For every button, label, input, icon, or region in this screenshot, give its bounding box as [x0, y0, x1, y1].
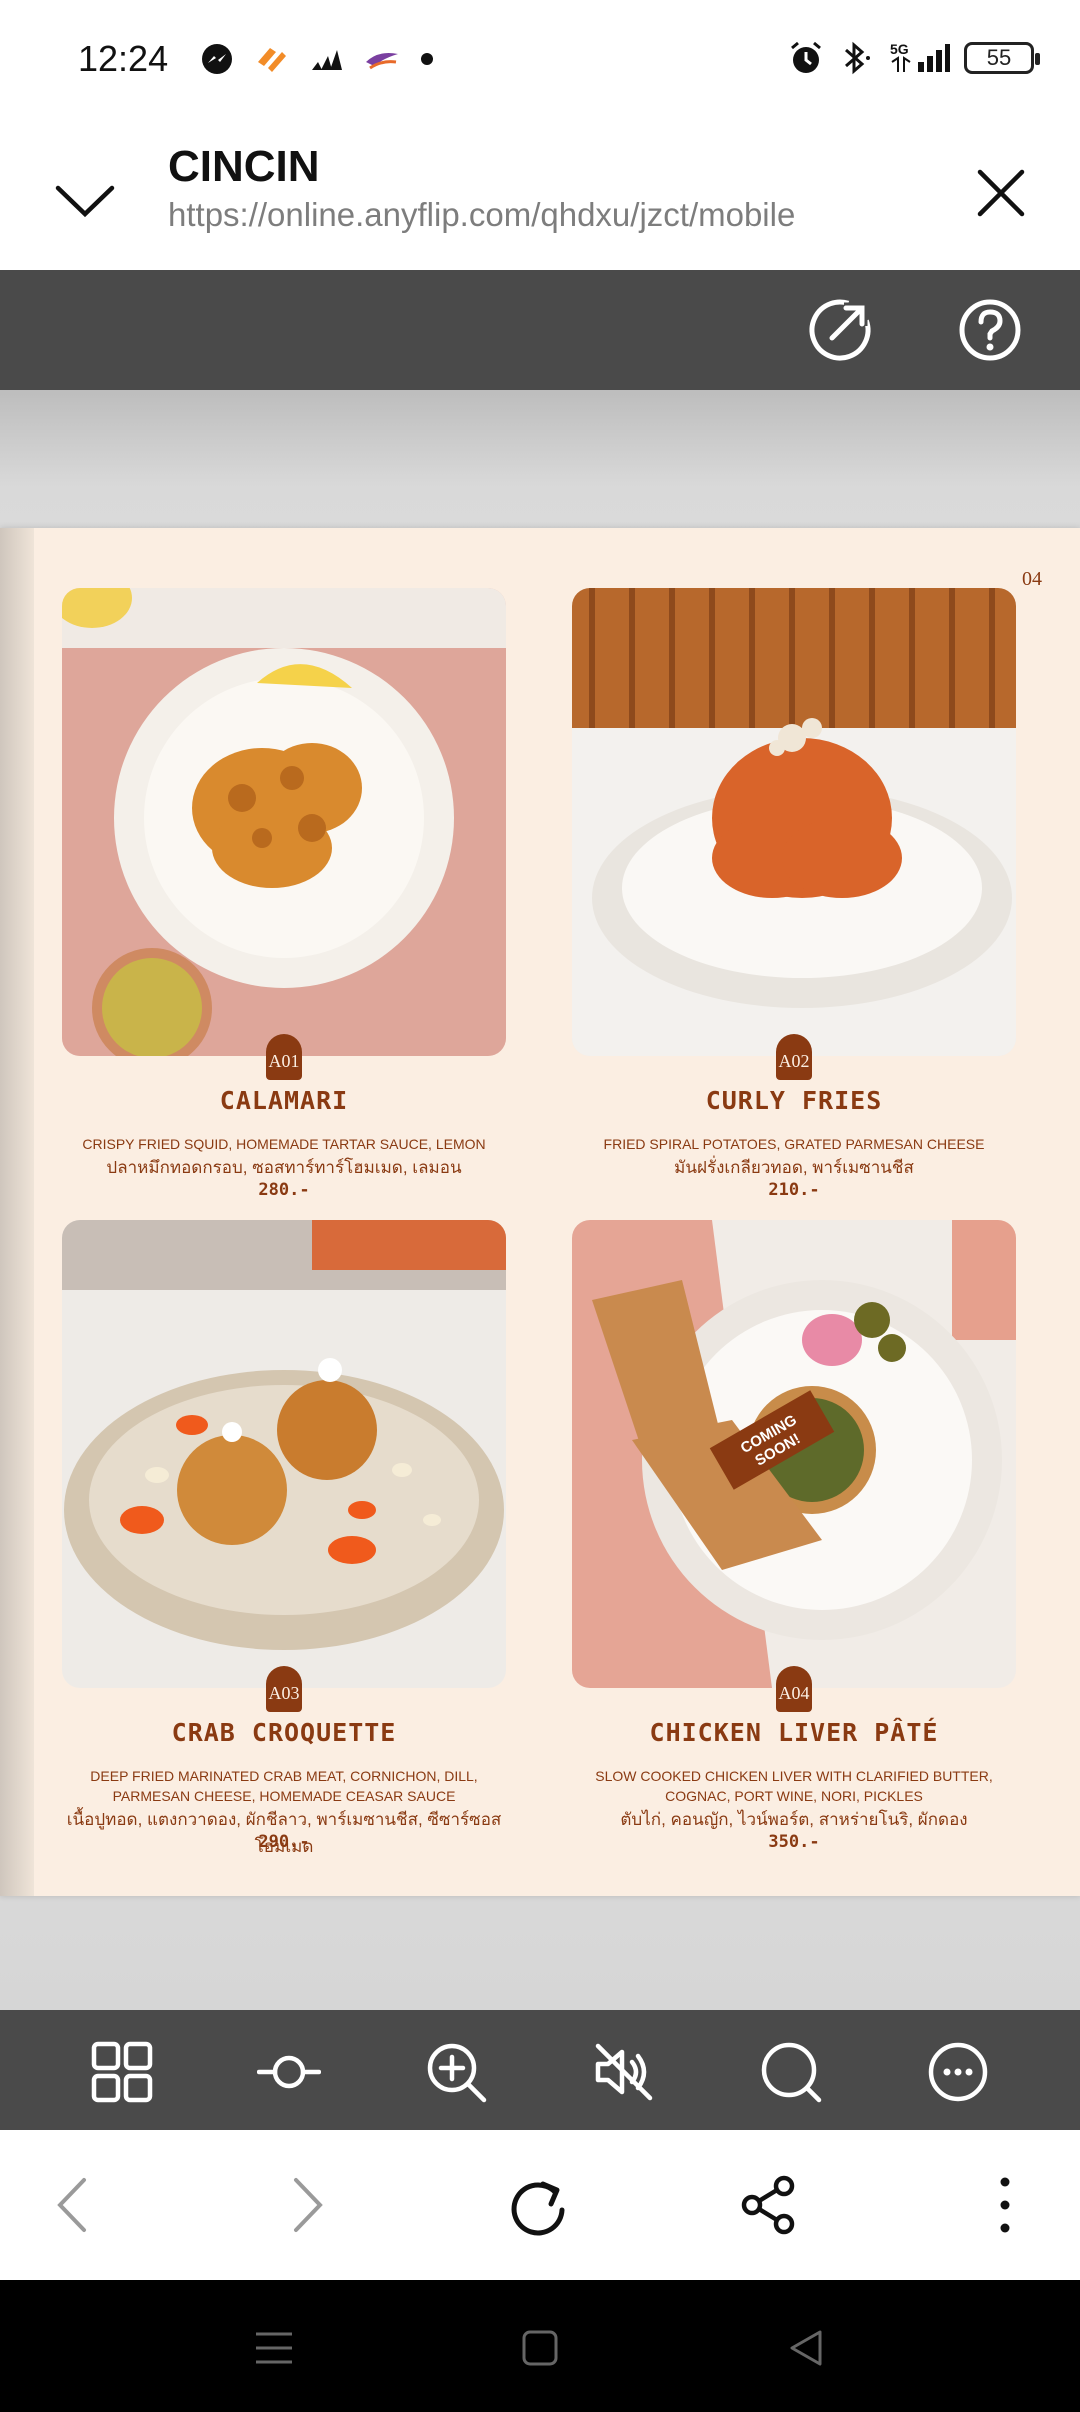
system-status-icons: 5G 55: [788, 40, 1040, 76]
status-time: 12:24: [78, 38, 169, 79]
browser-nav-bar: [0, 2130, 1080, 2280]
dish-name: CALAMARI: [219, 1086, 349, 1115]
menu-item-calamari: A01 CALAMARI CRISPY FRIED SQUID, HOMEMAD…: [62, 588, 506, 1208]
dish-price: 350.-: [768, 1832, 820, 1852]
help-icon[interactable]: [954, 294, 1026, 366]
forward-icon[interactable]: [272, 2172, 338, 2238]
viewer-bottom-toolbar: [0, 2010, 1080, 2130]
autoflip-icon[interactable]: [257, 2040, 321, 2104]
app-icon-purple: [366, 53, 398, 70]
app-icon: [258, 48, 286, 72]
zoom-in-icon[interactable]: [424, 2040, 488, 2104]
bluetooth-icon: [845, 41, 870, 75]
page-title: CINCIN: [168, 142, 320, 191]
thumbnails-icon[interactable]: [90, 2040, 154, 2104]
search-icon[interactable]: [759, 2040, 823, 2104]
dish-name: CRAB CROQUETTE: [171, 1718, 397, 1747]
share-external-icon[interactable]: [804, 294, 876, 366]
dish-photo-chicken-liver-pate: COMING SOON!: [572, 1220, 1016, 1688]
svg-text:5G: 5G: [890, 41, 909, 57]
dish-photo-crab-croquette: [62, 1220, 506, 1688]
chevron-down-icon[interactable]: [50, 164, 120, 234]
item-code-badge: A03: [266, 1666, 302, 1712]
more-icon[interactable]: [926, 2040, 990, 2104]
dish-description-thai: ปลาหมึกทอดกรอบ, ซอสทาร์ทาร์โฮมเมด, เลมอน: [106, 1158, 462, 1177]
dish-description: SLOW COOKED CHICKEN LIVER WITH CLARIFIED…: [595, 1768, 993, 1804]
adidas-icon: [312, 50, 342, 70]
crab-croquette-image: [62, 1220, 506, 1688]
dish-photo-curly-fries: [572, 588, 1016, 1056]
menu-icon[interactable]: [972, 2172, 1038, 2238]
close-icon[interactable]: [966, 158, 1036, 228]
dish-description: CRISPY FRIED SQUID, HOMEMADE TARTAR SAUC…: [82, 1136, 486, 1152]
alarm-icon: [791, 41, 821, 73]
signal-icon: 5G: [890, 41, 950, 72]
messenger-icon: [202, 44, 232, 74]
dish-description: DEEP FRIED MARINATED CRAB MEAT, CORNICHO…: [90, 1768, 478, 1804]
page-url[interactable]: https://online.anyflip.com/qhdxu/jzct/mo…: [168, 196, 795, 234]
system-nav-bar: [0, 2280, 1080, 2412]
share-icon[interactable]: [736, 2172, 802, 2238]
dish-name: CHICKEN LIVER PÂTÉ: [649, 1718, 939, 1747]
page-number: 04: [1022, 568, 1042, 590]
menu-item-curly-fries: A02 CURLY FRIES FRIED SPIRAL POTATOES, G…: [572, 588, 1016, 1208]
dish-photo-calamari: [62, 588, 506, 1056]
sound-off-icon[interactable]: [592, 2040, 656, 2104]
chicken-liver-pate-image: COMING SOON!: [572, 1220, 1016, 1688]
dish-price: 210.-: [768, 1180, 820, 1200]
curly-fries-image: [572, 588, 1016, 1056]
browser-header: CINCIN https://online.anyflip.com/qhdxu/…: [0, 124, 1080, 270]
menu-item-chicken-liver-pate: COMING SOON! A04 CHICKEN LIVER PÂTÉ SLOW…: [572, 1220, 1016, 1860]
battery-icon: 55: [964, 42, 1040, 74]
dish-description-thai: ตับไก่, คอนญัก, ไวน์พอร์ต, สาหร่ายโนริ, …: [620, 1810, 968, 1829]
page-spine: [0, 528, 34, 1896]
dot-icon: [421, 53, 433, 65]
item-code-badge: A02: [776, 1034, 812, 1080]
dish-description: FRIED SPIRAL POTATOES, GRATED PARMESAN C…: [603, 1136, 985, 1152]
dish-description-thai: มันฝรั่งเกลียวทอด, พาร์เมซานชีส: [674, 1158, 914, 1177]
reload-icon[interactable]: [505, 2172, 571, 2238]
dish-price: 290.-: [258, 1832, 310, 1852]
recent-apps-icon[interactable]: [252, 2326, 296, 2370]
home-icon[interactable]: [518, 2326, 562, 2370]
notification-icons: [200, 42, 434, 76]
menu-item-crab-croquette: A03 CRAB CROQUETTE DEEP FRIED MARINATED …: [62, 1220, 506, 1860]
item-code-badge: A01: [266, 1034, 302, 1080]
back-triangle-icon[interactable]: [784, 2326, 828, 2370]
dish-price: 280.-: [258, 1180, 310, 1200]
item-code-badge: A04: [776, 1666, 812, 1712]
status-bar: 12:24 5G 55: [0, 0, 1080, 124]
back-icon[interactable]: [42, 2172, 108, 2238]
menu-page[interactable]: 04 A01 CALAMARI CRISPY FRIED SQUID, HOME…: [0, 528, 1080, 1896]
dish-name: CURLY FRIES: [705, 1086, 883, 1115]
calamari-image: [62, 588, 506, 1056]
viewer-top-toolbar: [0, 270, 1080, 390]
